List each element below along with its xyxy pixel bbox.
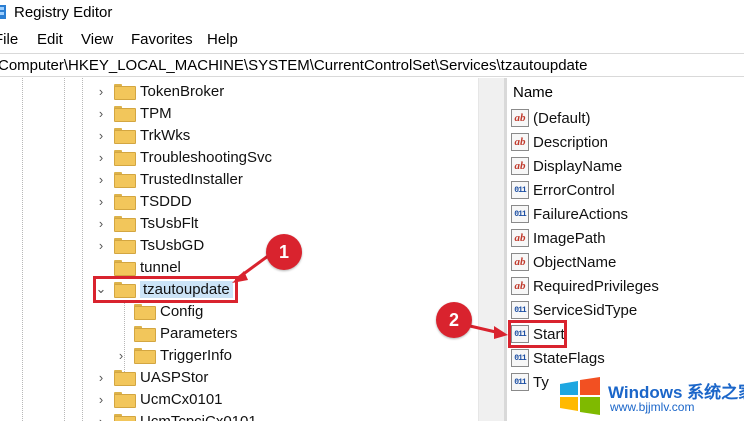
tree-guide-line (22, 78, 23, 421)
tree-item[interactable]: Parameters (116, 322, 238, 344)
menu-edit[interactable]: Edit (37, 31, 63, 48)
menu-view[interactable]: View (81, 31, 113, 48)
tree-item[interactable]: › UcmTcpciCx0101 (96, 410, 257, 421)
menu-file[interactable]: File (0, 31, 18, 48)
string-value-icon: ab (511, 229, 529, 247)
tree-item[interactable]: › TPM (96, 102, 172, 124)
folder-icon (114, 238, 136, 254)
string-value-icon: ab (511, 253, 529, 271)
value-row[interactable]: ab Description (511, 130, 608, 154)
binary-value-icon: 011 (511, 301, 529, 319)
value-row[interactable]: 011 ErrorControl (511, 178, 615, 202)
values-pane[interactable]: Name ab (Default) ab Description ab Disp… (507, 78, 744, 421)
tree-item[interactable]: › UcmCx0101 (96, 388, 223, 410)
chevron-right-icon[interactable]: › (96, 102, 106, 124)
tree-item[interactable]: tunnel (96, 256, 181, 278)
tree-item[interactable]: › TroubleshootingSvc (96, 146, 272, 168)
folder-icon (114, 392, 136, 408)
chevron-right-icon[interactable]: › (96, 146, 106, 168)
chevron-right-icon[interactable]: › (116, 344, 126, 366)
folder-icon (114, 172, 136, 188)
value-row[interactable]: ab ImagePath (511, 226, 606, 250)
tree-scrollbar[interactable] (478, 78, 504, 421)
value-row[interactable]: 011 ServiceSidType (511, 298, 637, 322)
chevron-right-icon[interactable]: › (96, 388, 106, 410)
value-row[interactable]: 011 StateFlags (511, 346, 605, 370)
tree-item[interactable]: › TriggerInfo (116, 344, 232, 366)
folder-icon (134, 304, 156, 320)
binary-value-icon: 011 (511, 205, 529, 223)
folder-icon (114, 128, 136, 144)
tree-item[interactable]: › TrustedInstaller (96, 168, 243, 190)
chevron-right-icon[interactable]: › (96, 234, 106, 256)
chevron-right-icon[interactable]: › (96, 80, 106, 102)
menu-favorites[interactable]: Favorites (131, 31, 193, 48)
value-row[interactable]: ab (Default) (511, 106, 591, 130)
tree-guide-line (64, 78, 65, 421)
folder-icon (114, 370, 136, 386)
tree-item[interactable]: Config (116, 300, 203, 322)
value-row[interactable]: 011 Ty (511, 370, 549, 394)
menu-bar: File Edit View Favorites Help (0, 28, 744, 50)
chevron-right-icon[interactable]: › (96, 190, 106, 212)
value-row[interactable]: ab RequiredPrivileges (511, 274, 659, 298)
chevron-right-icon[interactable]: › (96, 124, 106, 146)
registry-editor-icon (0, 5, 6, 19)
folder-icon (114, 150, 136, 166)
watermark-url: www.bjjmlv.com (610, 400, 695, 414)
string-value-icon: ab (511, 157, 529, 175)
folder-icon (134, 326, 156, 342)
column-header-name[interactable]: Name (513, 84, 553, 101)
folder-icon (114, 414, 136, 421)
folder-icon (134, 348, 156, 364)
chevron-right-icon[interactable]: › (96, 212, 106, 234)
highlight-box-tzautoupdate (93, 276, 238, 303)
tree-guide-line (82, 78, 83, 421)
key-tree-pane[interactable]: › TokenBroker › TPM › TrkWks › Troublesh… (0, 78, 478, 421)
folder-icon (114, 216, 136, 232)
highlight-box-start (508, 320, 567, 348)
string-value-icon: ab (511, 277, 529, 295)
value-row[interactable]: 011 FailureActions (511, 202, 628, 226)
tree-item[interactable]: › TrkWks (96, 124, 190, 146)
chevron-right-icon[interactable]: › (96, 410, 106, 421)
folder-icon (114, 260, 136, 276)
string-value-icon: ab (511, 109, 529, 127)
string-value-icon: ab (511, 133, 529, 151)
step-badge-2: 2 (436, 302, 472, 338)
address-path: Computer\HKEY_LOCAL_MACHINE\SYSTEM\Curre… (0, 57, 588, 74)
windows-logo-icon (560, 377, 600, 415)
folder-icon (114, 84, 136, 100)
address-bar[interactable]: Computer\HKEY_LOCAL_MACHINE\SYSTEM\Curre… (0, 53, 744, 77)
tree-item[interactable]: › TsUsbFlt (96, 212, 198, 234)
watermark: Windows 系统之家 www.bjjmlv.com (556, 372, 744, 421)
tree-item[interactable]: › TsUsbGD (96, 234, 204, 256)
chevron-right-icon[interactable]: › (96, 366, 106, 388)
folder-icon (114, 106, 136, 122)
tree-item[interactable]: › TokenBroker (96, 80, 224, 102)
tree-item[interactable]: › TSDDD (96, 190, 192, 212)
step-badge-1: 1 (266, 234, 302, 270)
title-bar: Registry Editor (0, 0, 744, 26)
binary-value-icon: 011 (511, 349, 529, 367)
chevron-right-icon[interactable]: › (96, 168, 106, 190)
value-row[interactable]: ab DisplayName (511, 154, 622, 178)
window-title: Registry Editor (14, 4, 113, 21)
binary-value-icon: 011 (511, 373, 529, 391)
folder-icon (114, 194, 136, 210)
menu-help[interactable]: Help (207, 31, 238, 48)
binary-value-icon: 011 (511, 181, 529, 199)
tree-item[interactable]: › UASPStor (96, 366, 208, 388)
value-row[interactable]: ab ObjectName (511, 250, 616, 274)
